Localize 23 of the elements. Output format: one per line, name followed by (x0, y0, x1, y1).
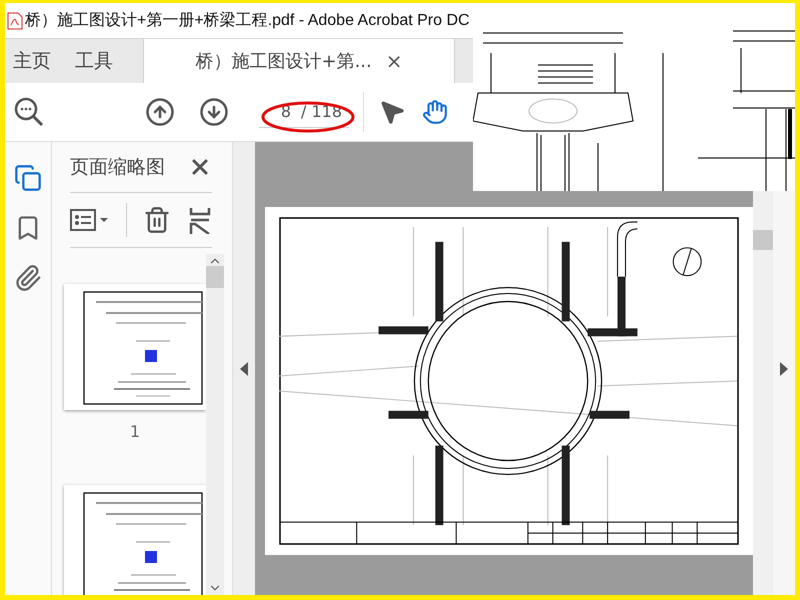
document-tab[interactable]: 桥）施工图设计+第... × (143, 39, 455, 83)
scrollbar-thumb[interactable] (206, 266, 224, 288)
extract-pages-icon[interactable] (189, 206, 211, 234)
thumbnail-options-icon[interactable] (70, 208, 110, 232)
scrollbar[interactable] (753, 190, 773, 595)
right-arrow-icon[interactable] (780, 362, 788, 376)
pages-icon[interactable] (14, 164, 42, 192)
nav-tab[interactable]: 工具 (67, 39, 129, 83)
close-tab-button[interactable]: × (386, 49, 402, 73)
paperclip-icon[interactable] (14, 264, 42, 292)
page-label: 1 (130, 422, 140, 441)
previous-page-icon[interactable] (145, 97, 175, 127)
search-icon[interactable] (13, 96, 45, 128)
trash-icon[interactable] (143, 206, 171, 234)
scrollbar[interactable] (206, 254, 224, 595)
left-arrow-icon[interactable] (240, 362, 248, 376)
panel-title: 页面缩略图 (70, 155, 165, 180)
hand-icon[interactable] (422, 99, 448, 125)
window-title: 桥）施工图设计+第一册+桥梁工程.pdf - Adobe Acrobat Pro DC (25, 10, 470, 31)
next-page-icon[interactable] (199, 97, 229, 127)
nav-tab[interactable]: 主页 (5, 39, 67, 83)
document-tab-label[interactable]: 桥）施工图设计+第... (195, 49, 372, 73)
scrollbar-thumb[interactable] (753, 230, 773, 250)
